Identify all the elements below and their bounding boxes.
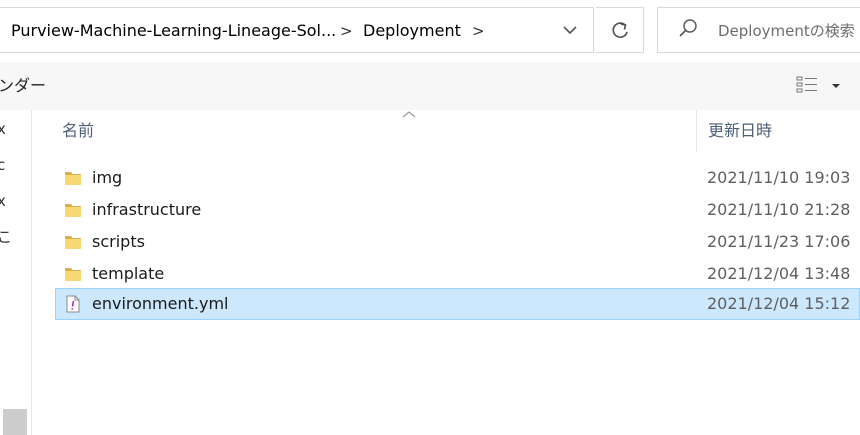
folder-icon bbox=[65, 236, 81, 249]
file-date: 2021/12/04 13:48 bbox=[707, 264, 851, 283]
nav-scrollbar[interactable] bbox=[3, 409, 27, 435]
column-header-date-modified[interactable]: 更新日時 bbox=[708, 121, 772, 141]
caret-up-icon bbox=[402, 111, 416, 118]
breadcrumb-separator[interactable]: > bbox=[472, 20, 485, 42]
details-view-icon bbox=[796, 76, 817, 93]
nav-item[interactable]: c bbox=[0, 156, 5, 174]
file-explorer-window: Purview-Machine-Learning-Lineage-Sol... … bbox=[0, 0, 860, 435]
file-date: 2021/11/10 19:03 bbox=[707, 168, 851, 187]
command-bar: ンダー bbox=[0, 62, 860, 110]
column-divider[interactable] bbox=[696, 110, 697, 152]
breadcrumb-separator[interactable]: > bbox=[340, 20, 353, 42]
caret-down-icon bbox=[832, 84, 840, 88]
nav-item[interactable]: こ bbox=[0, 228, 12, 246]
address-row: Purview-Machine-Learning-Lineage-Sol... … bbox=[0, 0, 860, 62]
chevron-down-icon bbox=[563, 26, 577, 35]
file-name: infrastructure bbox=[92, 200, 202, 219]
folder-icon bbox=[65, 268, 81, 281]
view-dropdown-button[interactable] bbox=[826, 76, 846, 96]
file-date: 2021/11/10 21:28 bbox=[707, 200, 851, 219]
nav-item[interactable]: x bbox=[0, 120, 6, 138]
file-date: 2021/12/04 15:12 bbox=[707, 294, 851, 313]
list-item-template[interactable]: template 2021/12/04 13:48 bbox=[55, 258, 860, 290]
list-item-scripts[interactable]: scripts 2021/11/23 17:06 bbox=[55, 226, 860, 258]
refresh-button[interactable] bbox=[596, 7, 644, 53]
search-placeholder: Deploymentの検索 bbox=[718, 22, 855, 40]
command-bar-label[interactable]: ンダー bbox=[0, 75, 46, 97]
folder-icon bbox=[65, 204, 81, 217]
view-options-button[interactable] bbox=[792, 72, 822, 100]
navigation-pane: x c x こ bbox=[0, 110, 32, 435]
breadcrumb-current[interactable]: Deployment bbox=[363, 20, 461, 42]
file-name: template bbox=[92, 264, 165, 283]
column-header-row: 名前 更新日時 bbox=[33, 110, 860, 152]
file-name: environment.yml bbox=[92, 294, 229, 313]
folder-icon bbox=[65, 172, 81, 185]
list-item-environment-yml[interactable]: environment.yml 2021/12/04 15:12 bbox=[55, 288, 860, 320]
file-date: 2021/11/23 17:06 bbox=[707, 232, 851, 251]
search-input[interactable]: Deploymentの検索 bbox=[657, 7, 860, 53]
nav-item[interactable]: x bbox=[0, 192, 6, 210]
column-header-name[interactable]: 名前 bbox=[62, 121, 94, 141]
refresh-icon bbox=[612, 22, 628, 38]
file-name: scripts bbox=[92, 232, 145, 251]
address-bar[interactable]: Purview-Machine-Learning-Lineage-Sol... … bbox=[0, 7, 594, 53]
breadcrumb-parent[interactable]: Purview-Machine-Learning-Lineage-Sol... bbox=[11, 20, 336, 42]
search-icon bbox=[679, 19, 697, 37]
file-name: img bbox=[92, 168, 123, 187]
yml-file-icon bbox=[66, 295, 80, 313]
list-item-img[interactable]: img 2021/11/10 19:03 bbox=[55, 162, 860, 194]
list-item-infrastructure[interactable]: infrastructure 2021/11/10 21:28 bbox=[55, 194, 860, 226]
address-dropdown-button[interactable] bbox=[547, 8, 593, 52]
